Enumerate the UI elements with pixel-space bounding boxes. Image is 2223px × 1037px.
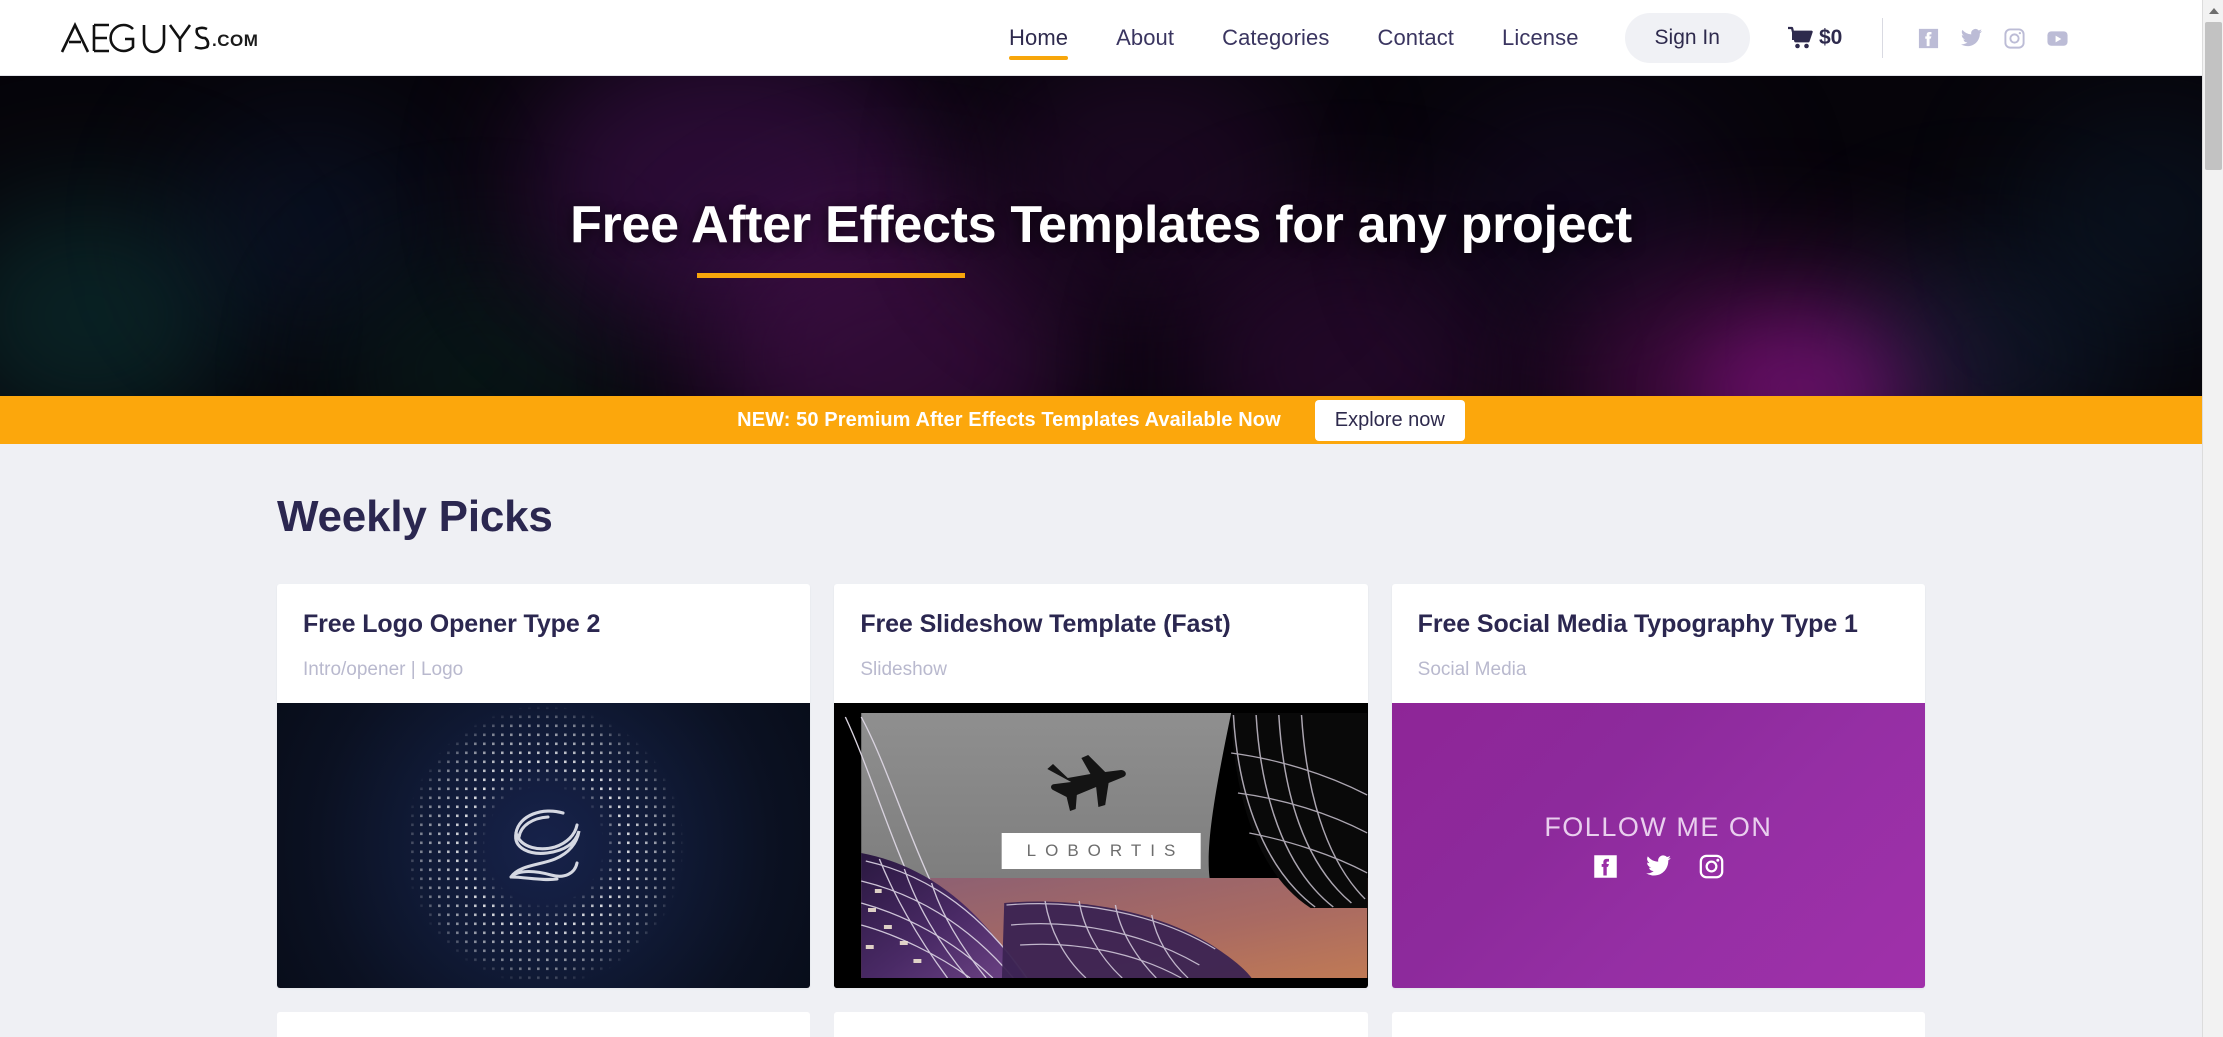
template-card[interactable]: Free Social Media Typography Type 1 Soci… [1391, 584, 1925, 988]
facebook-icon [1594, 854, 1617, 878]
site-header: .COM Home About Categories Contact Licen… [0, 0, 2202, 76]
shopping-cart-icon [1787, 26, 1813, 49]
nav-item-categories[interactable]: Categories [1198, 0, 1353, 76]
browser-viewport: .COM Home About Categories Contact Licen… [0, 0, 2202, 1037]
card-tags: Social Media [1417, 659, 1527, 680]
instagram-icon [1699, 854, 1724, 878]
main-content: Weekly Picks Free Logo Opener Type 2 Int… [0, 492, 2202, 1037]
nav-item-contact[interactable]: Contact [1353, 0, 1478, 76]
nav-item-home[interactable]: Home [985, 0, 1092, 76]
weekly-picks-grid: Free Logo Opener Type 2 Intro/opener | L… [277, 584, 1925, 988]
nav-label-home: Home [1009, 25, 1069, 50]
nav-label-about: About [1116, 25, 1175, 50]
scrollbar-thumb[interactable] [2205, 22, 2222, 170]
swirl-logo-mark-icon [509, 808, 581, 881]
hero-title: Free After Effects Templates for any pro… [570, 195, 1632, 254]
site-logo[interactable]: .COM [60, 21, 258, 55]
nav-active-indicator [1009, 56, 1069, 60]
nav-divider [1882, 18, 1884, 58]
card-tags: Slideshow [860, 659, 947, 680]
card-header: Free Social Media Typography Type 1 Soci… [1392, 584, 1925, 703]
sign-in-button[interactable]: Sign In [1624, 13, 1750, 63]
facebook-icon[interactable] [1917, 27, 1940, 50]
template-card[interactable]: Free Slideshow Template (Fast) Slideshow [834, 584, 1368, 988]
thumbnail-social-icons [1392, 853, 1925, 880]
weekly-picks-grid-row2 [277, 1012, 1925, 1037]
youtube-icon[interactable] [2046, 27, 2069, 50]
hero-content: Free After Effects Templates for any pro… [0, 76, 2202, 396]
nav-label-license: License [1502, 25, 1579, 50]
card-thumbnail[interactable]: LOBORTIS [834, 703, 1368, 988]
main-navigation: Home About Categories Contact License Si… [985, 0, 2069, 76]
aeguys-logo-icon [60, 21, 210, 53]
logo-suffix: .COM [212, 30, 259, 50]
nav-item-license[interactable]: License [1478, 0, 1603, 76]
cart-amount: $0 [1818, 26, 1843, 49]
template-card[interactable]: Free Logo Opener Type 2 Intro/opener | L… [277, 584, 811, 988]
nav-item-about[interactable]: About [1092, 0, 1198, 76]
explore-now-button[interactable]: Explore now [1314, 399, 1465, 441]
card-title: Free Social Media Typography Type 1 [1417, 610, 1858, 638]
card-title: Free Logo Opener Type 2 [303, 610, 601, 638]
card-header: Free Slideshow Template (Fast) Slideshow [834, 584, 1367, 703]
thumbnail-overlay-text: FOLLOW ME ON [1544, 811, 1773, 842]
card-title: Free Slideshow Template (Fast) [860, 610, 1231, 638]
card-thumbnail[interactable] [277, 703, 811, 988]
card-header: Free Logo Opener Type 2 Intro/opener | L… [277, 584, 810, 703]
card-tags: Intro/opener | Logo [303, 659, 464, 680]
twitter-icon[interactable] [1960, 27, 1983, 50]
twitter-icon [1645, 854, 1671, 876]
template-card[interactable] [1391, 1012, 1925, 1037]
vertical-scrollbar[interactable] [2202, 0, 2223, 1037]
template-card[interactable] [277, 1012, 811, 1037]
header-social-links [1917, 27, 2069, 50]
hero-accent-rule [697, 272, 965, 278]
template-card[interactable] [834, 1012, 1368, 1037]
chevron-up-icon [2208, 7, 2219, 14]
thumbnail-overlay-text: LOBORTIS [1001, 833, 1201, 870]
nav-label-contact: Contact [1377, 25, 1455, 50]
thumbnail-overlay: FOLLOW ME ON [1392, 812, 1925, 880]
scroll-up-button[interactable] [2203, 0, 2223, 21]
section-title-weekly-picks: Weekly Picks [277, 492, 553, 541]
promo-banner: NEW: 50 Premium After Effects Templates … [0, 396, 2202, 444]
hero-section: Free After Effects Templates for any pro… [0, 76, 2202, 396]
cart-button[interactable]: $0 [1787, 26, 1843, 50]
promo-text: NEW: 50 Premium After Effects Templates … [737, 408, 1281, 431]
instagram-icon[interactable] [2003, 27, 2026, 50]
page-root: .COM Home About Categories Contact Licen… [0, 0, 2223, 1037]
card-thumbnail[interactable]: FOLLOW ME ON [1391, 703, 1925, 988]
nav-label-categories: Categories [1222, 25, 1330, 50]
